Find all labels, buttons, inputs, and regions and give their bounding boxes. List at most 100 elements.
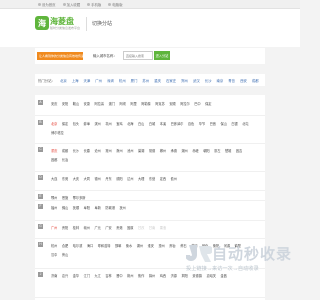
hot-city-link[interactable]: 上海 (72, 78, 79, 83)
city-link[interactable]: 巢湖 (138, 147, 144, 156)
top-link[interactable]: 加入收藏 (62, 2, 80, 7)
top-link[interactable]: 设为首页 (38, 2, 56, 7)
promo-banner[interactable]: 让人看到你的分类信息有效地传递 (37, 52, 83, 60)
city-link[interactable]: 亳州 (105, 120, 111, 129)
city-link[interactable]: 鸡西 (160, 272, 166, 281)
city-link[interactable]: 白银 (231, 120, 237, 129)
city-link[interactable]: 楚雄 (225, 147, 231, 156)
city-link[interactable]: 朝阳 (203, 147, 209, 156)
city-link[interactable]: 防城港 (105, 204, 115, 213)
hot-city-link[interactable]: 北京 (60, 78, 67, 83)
city-link[interactable]: 抚州 (119, 204, 125, 213)
city-link[interactable]: 锦州 (149, 272, 155, 281)
city-link[interactable]: 衡水 (126, 242, 132, 251)
city-link[interactable]: 安庆 (51, 100, 57, 109)
city-link[interactable]: 北屯 (242, 120, 248, 129)
city-link[interactable]: 江门 (84, 272, 90, 281)
city-link[interactable]: 毕节 (199, 120, 205, 129)
city-link[interactable]: 阿勒泰 (141, 100, 151, 109)
hot-city-link[interactable]: 厦门 (131, 78, 138, 83)
city-link[interactable]: 成都 (62, 147, 68, 156)
city-link[interactable]: 蚌埠 (84, 120, 90, 129)
enter-site-button[interactable]: 进入分站 (154, 51, 170, 60)
city-link[interactable]: 广安 (105, 224, 111, 233)
city-link[interactable]: 东莞 (62, 175, 68, 184)
city-link[interactable]: 昌都 (51, 156, 57, 165)
city-link[interactable]: 大连 (51, 175, 57, 184)
city-link[interactable]: 淮安 (148, 242, 154, 251)
city-link[interactable]: 常州 (105, 147, 111, 156)
city-link[interactable]: 阿坝 (119, 100, 125, 109)
city-link[interactable]: 包头 (73, 120, 79, 129)
city-link[interactable]: 海口 (87, 242, 93, 251)
city-link[interactable]: 桂林 (73, 224, 79, 233)
city-link[interactable]: 赣州 (84, 224, 90, 233)
city-link[interactable]: 阿拉尔 (180, 100, 190, 109)
city-link[interactable]: 鞍山 (73, 100, 79, 109)
city-link[interactable]: 安康 (84, 100, 90, 109)
city-link[interactable]: 广元 (95, 224, 101, 233)
city-link[interactable]: 巴中 (194, 100, 200, 109)
city-link[interactable]: 儋州 (171, 175, 177, 184)
city-link[interactable]: 崇左 (214, 147, 220, 156)
city-link[interactable]: 东营 (149, 175, 155, 184)
hot-city-link[interactable]: 郑州 (181, 78, 188, 83)
city-link[interactable]: 博尔塔拉 (51, 129, 64, 138)
city-link[interactable]: 巴彦淖尔 (171, 120, 184, 129)
city-link[interactable]: 甘南 (149, 224, 155, 233)
city-link[interactable]: 邢台 (169, 242, 175, 251)
city-link[interactable]: 昌吉 (236, 147, 242, 156)
city-link[interactable]: 北海 (127, 120, 133, 129)
city-link[interactable]: 承德 (171, 147, 177, 156)
city-link[interactable]: 济南 (51, 272, 57, 281)
city-link[interactable]: 白城 (149, 120, 155, 129)
hot-city-link[interactable]: 石家庄 (166, 78, 176, 83)
city-link[interactable]: 滁州 (116, 147, 122, 156)
hot-city-link[interactable]: 苏州 (142, 78, 149, 83)
city-link[interactable]: 嘉兴 (62, 272, 68, 281)
city-link[interactable]: 大庆 (73, 175, 79, 184)
city-link[interactable]: 阜新 (95, 204, 101, 213)
city-link[interactable]: 宝鸡 (116, 120, 122, 129)
hot-city-link[interactable]: 青岛 (228, 78, 235, 83)
city-link[interactable]: 九江 (95, 272, 101, 281)
city-link[interactable]: 德州 (95, 175, 101, 184)
city-link[interactable]: 丹东 (105, 175, 111, 184)
city-link[interactable]: 抚顺 (73, 204, 79, 213)
city-link[interactable]: 阜阳 (84, 204, 90, 213)
city-link[interactable]: 大同 (84, 175, 90, 184)
hot-city-link[interactable]: 武汉 (193, 78, 200, 83)
city-link[interactable]: 湖州 (137, 242, 143, 251)
hot-city-link[interactable]: 成都 (252, 78, 259, 83)
city-link[interactable]: 呼和浩特 (98, 242, 111, 251)
city-link[interactable]: 保定 (205, 100, 211, 109)
city-link[interactable]: 赤峰 (192, 147, 198, 156)
city-link[interactable]: 焦作 (138, 272, 144, 281)
city-link[interactable]: 阿克苏 (155, 100, 165, 109)
city-link[interactable]: 澳门 (109, 100, 115, 109)
city-link[interactable]: 晋中 (116, 272, 122, 281)
hot-city-link[interactable]: 深圳 (107, 78, 114, 83)
city-link[interactable]: 安阳 (62, 100, 68, 109)
city-search-input[interactable] (123, 51, 153, 60)
city-link[interactable]: 大理 (138, 175, 144, 184)
city-link[interactable]: 郴州 (160, 147, 166, 156)
hot-city-link[interactable]: 杭州 (119, 78, 126, 83)
city-link[interactable]: 固原 (127, 224, 133, 233)
city-link[interactable]: 阿里 (130, 100, 136, 109)
city-link[interactable]: 福州 (51, 204, 57, 213)
city-link[interactable]: 达州 (127, 175, 133, 184)
city-link[interactable]: 滨州 (95, 120, 101, 129)
city-link[interactable]: 杭州 (51, 242, 57, 251)
city-link[interactable]: 长治 (62, 156, 68, 165)
city-link[interactable]: 果洛 (160, 224, 166, 233)
city-link[interactable]: 重庆 (51, 147, 57, 156)
city-link[interactable]: 惠州 (158, 242, 164, 251)
hot-city-link[interactable]: 重庆 (154, 78, 161, 83)
top-link[interactable]: 电脑版 (108, 2, 122, 7)
hot-city-link[interactable]: 广州 (95, 78, 102, 83)
city-link[interactable]: 定西 (160, 175, 166, 184)
city-link[interactable]: 汉中 (51, 251, 57, 260)
city-link[interactable]: 长沙 (73, 147, 79, 156)
city-link[interactable]: 合肥 (62, 242, 68, 251)
